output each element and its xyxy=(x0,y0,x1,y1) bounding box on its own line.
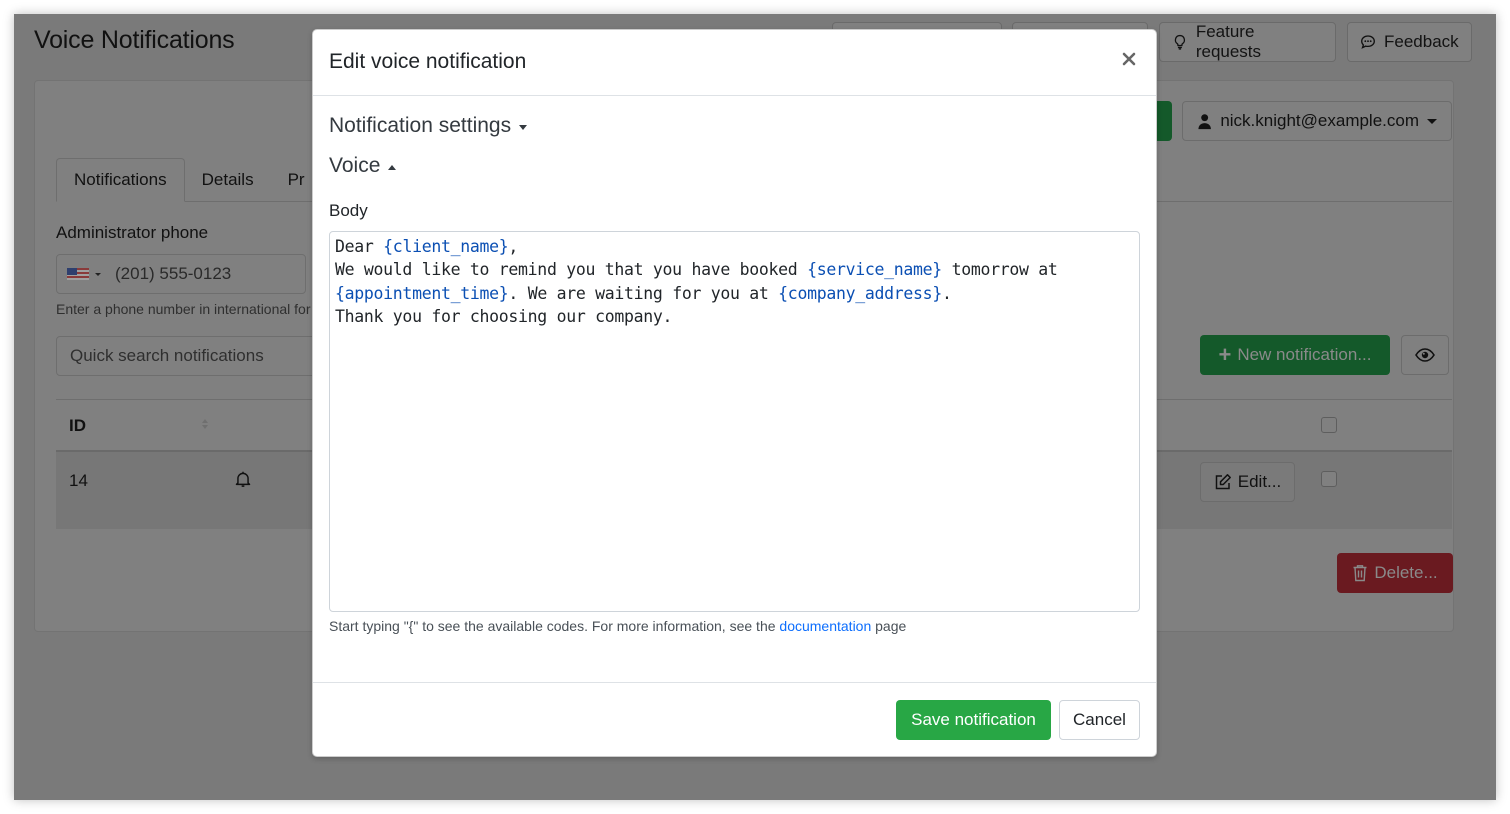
template-code: {service_name} xyxy=(807,260,942,280)
new-notification-button[interactable]: + New notification... xyxy=(1200,335,1390,375)
modal-title: Edit voice notification xyxy=(329,50,527,73)
delete-button[interactable]: Delete... xyxy=(1337,553,1453,593)
cancel-button[interactable]: Cancel xyxy=(1059,700,1140,740)
tabs: Notifications Details Pr xyxy=(56,158,322,202)
admin-phone-label: Administrator phone xyxy=(56,223,209,242)
us-flag-icon[interactable] xyxy=(67,268,89,280)
column-header-id[interactable]: ID xyxy=(69,416,86,436)
notification-settings-toggle[interactable]: Notification settings xyxy=(329,114,528,138)
template-code: {company_address} xyxy=(778,283,942,303)
sort-icon[interactable] xyxy=(202,419,208,429)
modal-footer: Save notification Cancel xyxy=(313,682,1156,758)
edit-voice-notification-modal: Edit voice notification Notification set… xyxy=(312,29,1157,757)
body-text: Dear xyxy=(335,237,384,256)
save-notification-button[interactable]: Save notification xyxy=(896,700,1051,740)
bell-icon xyxy=(235,471,251,487)
plus-icon: + xyxy=(1218,342,1232,367)
phone-placeholder: (201) 555-0123 xyxy=(115,264,232,283)
select-all-checkbox[interactable] xyxy=(1321,417,1337,433)
body-hint: Start typing "{" to see the available co… xyxy=(329,618,906,634)
search-placeholder: Quick search notifications xyxy=(70,346,264,365)
body-label: Body xyxy=(329,201,368,220)
lightbulb-icon xyxy=(1174,34,1186,50)
feedback-label: Feedback xyxy=(1384,32,1459,51)
edit-button[interactable]: Edit... xyxy=(1200,462,1295,502)
user-email: nick.knight@example.com xyxy=(1220,111,1419,130)
toggle-visibility-button[interactable] xyxy=(1401,335,1449,375)
chevron-down-icon xyxy=(1427,118,1437,124)
body-text: . We are waiting for you at xyxy=(508,283,779,303)
voice-label: Voice xyxy=(329,154,381,177)
template-code: {client_name} xyxy=(383,237,509,256)
hint-text: Start typing "{" to see the available co… xyxy=(329,618,780,634)
feature-requests-label: Feature requests xyxy=(1195,22,1262,61)
delete-label: Delete... xyxy=(1374,563,1438,582)
voice-toggle[interactable]: Voice xyxy=(329,154,397,178)
page-title: Voice Notifications xyxy=(34,26,235,54)
documentation-link[interactable]: documentation xyxy=(779,618,871,634)
user-menu-button[interactable]: nick.knight@example.com xyxy=(1182,101,1452,141)
close-icon xyxy=(1122,52,1136,66)
notification-settings-label: Notification settings xyxy=(329,114,512,137)
feature-requests-button[interactable]: Feature requests xyxy=(1159,22,1336,62)
hint-text-end: page xyxy=(871,618,907,634)
tab-notifications[interactable]: Notifications xyxy=(56,158,185,202)
browser-window: Voice Notifications Feature requests Fee… xyxy=(14,14,1496,800)
template-code: {appointment_time} xyxy=(335,283,509,303)
row-id: 14 xyxy=(69,471,88,490)
eye-icon xyxy=(1415,348,1435,362)
country-caret-icon xyxy=(95,272,101,276)
tab-details[interactable]: Details xyxy=(185,158,271,202)
trash-icon xyxy=(1353,565,1367,582)
feedback-button[interactable]: Feedback xyxy=(1347,22,1472,62)
search-input[interactable]: Quick search notifications xyxy=(56,336,316,376)
admin-phone-input[interactable]: (201) 555-0123 xyxy=(56,254,306,294)
row-checkbox[interactable] xyxy=(1321,471,1337,487)
user-icon xyxy=(1198,113,1211,129)
caret-up-icon xyxy=(388,164,397,170)
phone-help-text: Enter a phone number in international fo… xyxy=(56,301,311,317)
modal-header: Edit voice notification xyxy=(313,30,1156,96)
caret-down-icon xyxy=(519,125,528,130)
chat-icon xyxy=(1361,35,1375,49)
new-notification-label: New notification... xyxy=(1237,345,1372,364)
body-textarea[interactable]: Dear {client_name}, We would like to rem… xyxy=(329,231,1140,612)
body-text: tomorrow at xyxy=(951,260,1058,280)
edit-icon xyxy=(1215,474,1231,490)
edit-label: Edit... xyxy=(1237,472,1282,491)
close-button[interactable] xyxy=(1118,48,1140,70)
